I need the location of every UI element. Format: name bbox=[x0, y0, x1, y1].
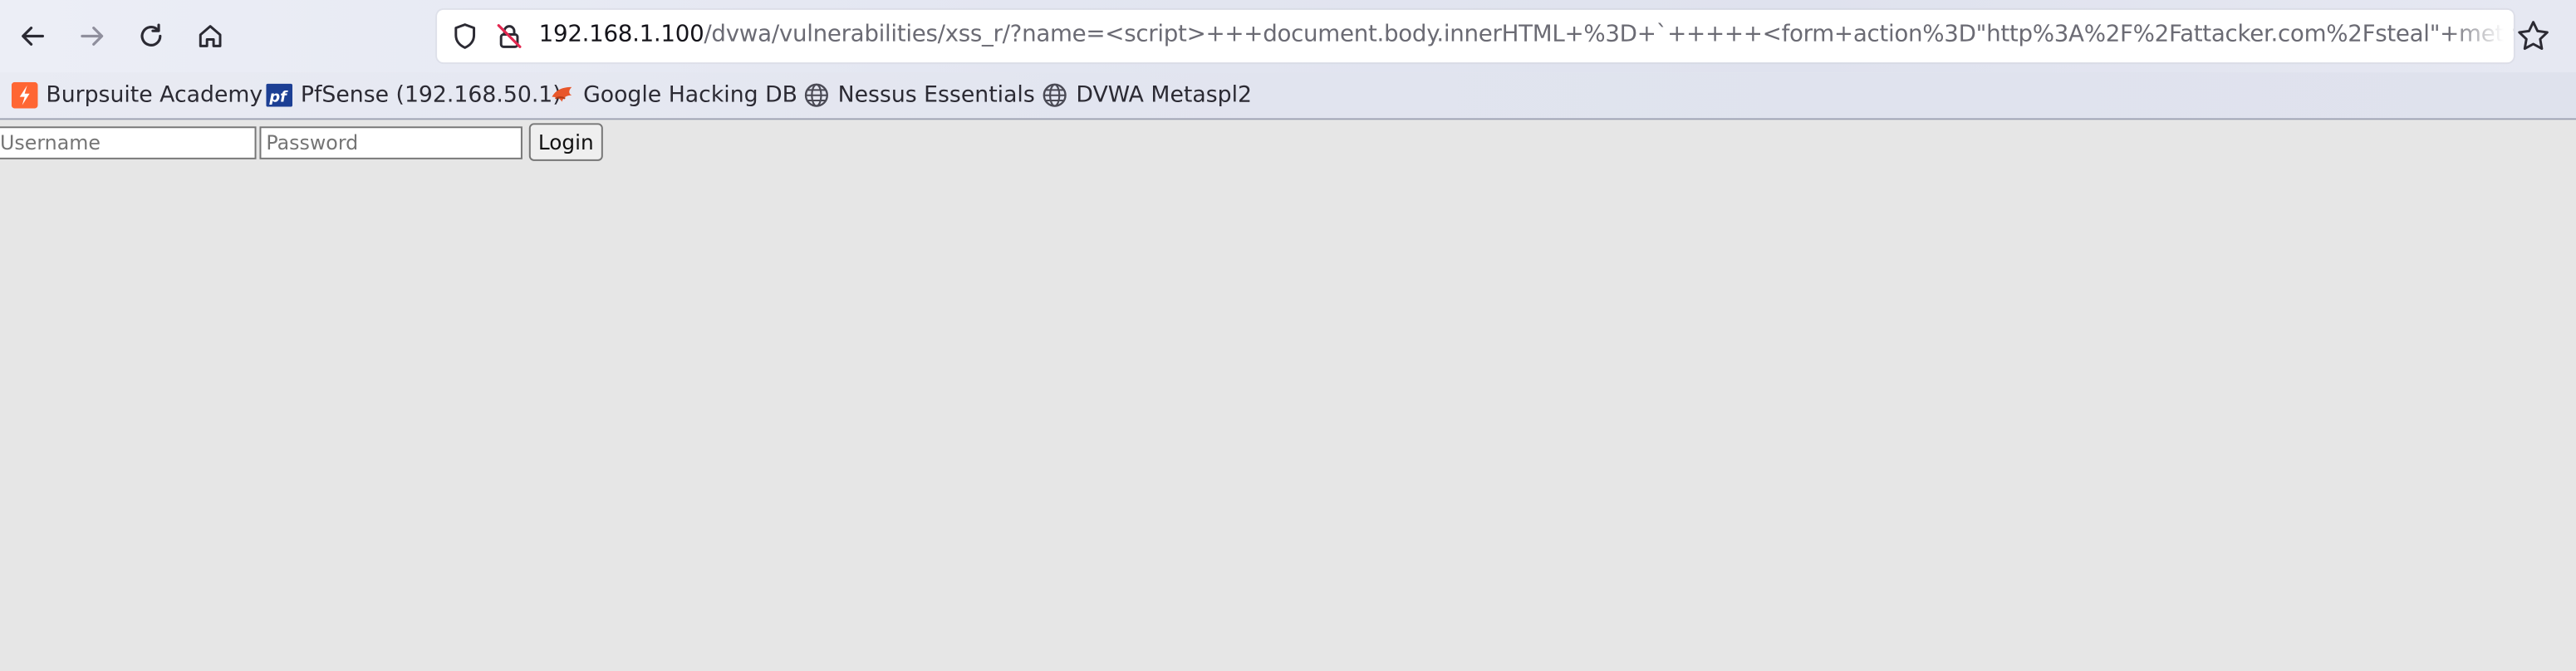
svg-text:pf: pf bbox=[268, 89, 288, 106]
bookmark-label: Google Hacking DB bbox=[583, 81, 797, 109]
browser-window: 192.168.1.100/dvwa/vulnerabilities/xss_r… bbox=[0, 0, 2576, 671]
page-content: Login bbox=[0, 120, 2576, 671]
exploit-db-icon bbox=[552, 86, 572, 102]
url-host: 192.168.1.100 bbox=[538, 21, 704, 48]
bookmark-label: Nessus Essentials bbox=[837, 81, 1035, 109]
bookmark-nessus-essentials[interactable]: Nessus Essentials bbox=[803, 79, 1035, 112]
login-button[interactable]: Login bbox=[528, 123, 603, 161]
bookmark-label: DVWA Metaspl2 bbox=[1076, 81, 1252, 109]
globe-icon bbox=[804, 83, 828, 107]
globe-icon bbox=[1043, 83, 1067, 107]
bookmark-dvwa-metaspl2[interactable]: DVWA Metaspl2 bbox=[1042, 79, 1252, 112]
back-button[interactable] bbox=[10, 13, 56, 59]
forward-arrow-icon bbox=[81, 27, 104, 46]
bookmarks-toolbar: Burpsuite Academy pf PfSense (192.168.50… bbox=[0, 72, 2576, 120]
forward-button[interactable] bbox=[69, 13, 115, 59]
back-arrow-icon bbox=[22, 27, 45, 46]
url-fade bbox=[2447, 9, 2514, 63]
home-icon bbox=[199, 25, 222, 47]
url-bar[interactable]: 192.168.1.100/dvwa/vulnerabilities/xss_r… bbox=[437, 9, 2514, 63]
nav-toolbar: 192.168.1.100/dvwa/vulnerabilities/xss_r… bbox=[0, 0, 2576, 73]
url-path: /dvwa/vulnerabilities/xss_r/?name=<scrip… bbox=[704, 21, 2514, 48]
reload-button[interactable] bbox=[128, 13, 174, 59]
password-field[interactable] bbox=[259, 126, 523, 159]
bookmark-label: PfSense (192.168.50.1) bbox=[300, 81, 562, 109]
bookmark-label: Burpsuite Academy bbox=[46, 81, 263, 109]
bookmark-burpsuite-academy[interactable]: Burpsuite Academy bbox=[11, 79, 263, 112]
url-text[interactable]: 192.168.1.100/dvwa/vulnerabilities/xss_r… bbox=[539, 22, 2514, 48]
tracking-shield-icon[interactable] bbox=[450, 22, 480, 51]
username-field[interactable] bbox=[0, 126, 257, 159]
insecure-lock-icon[interactable] bbox=[494, 22, 524, 51]
bookmark-google-hacking-db[interactable]: Google Hacking DB bbox=[549, 79, 797, 112]
bookmark-star-icon[interactable] bbox=[2515, 18, 2552, 55]
pfsense-icon: pf bbox=[266, 83, 293, 107]
home-button[interactable] bbox=[187, 13, 233, 59]
bookmark-pfsense[interactable]: pf PfSense (192.168.50.1) bbox=[266, 79, 562, 112]
reload-icon bbox=[140, 23, 162, 47]
burpsuite-icon bbox=[11, 81, 38, 109]
